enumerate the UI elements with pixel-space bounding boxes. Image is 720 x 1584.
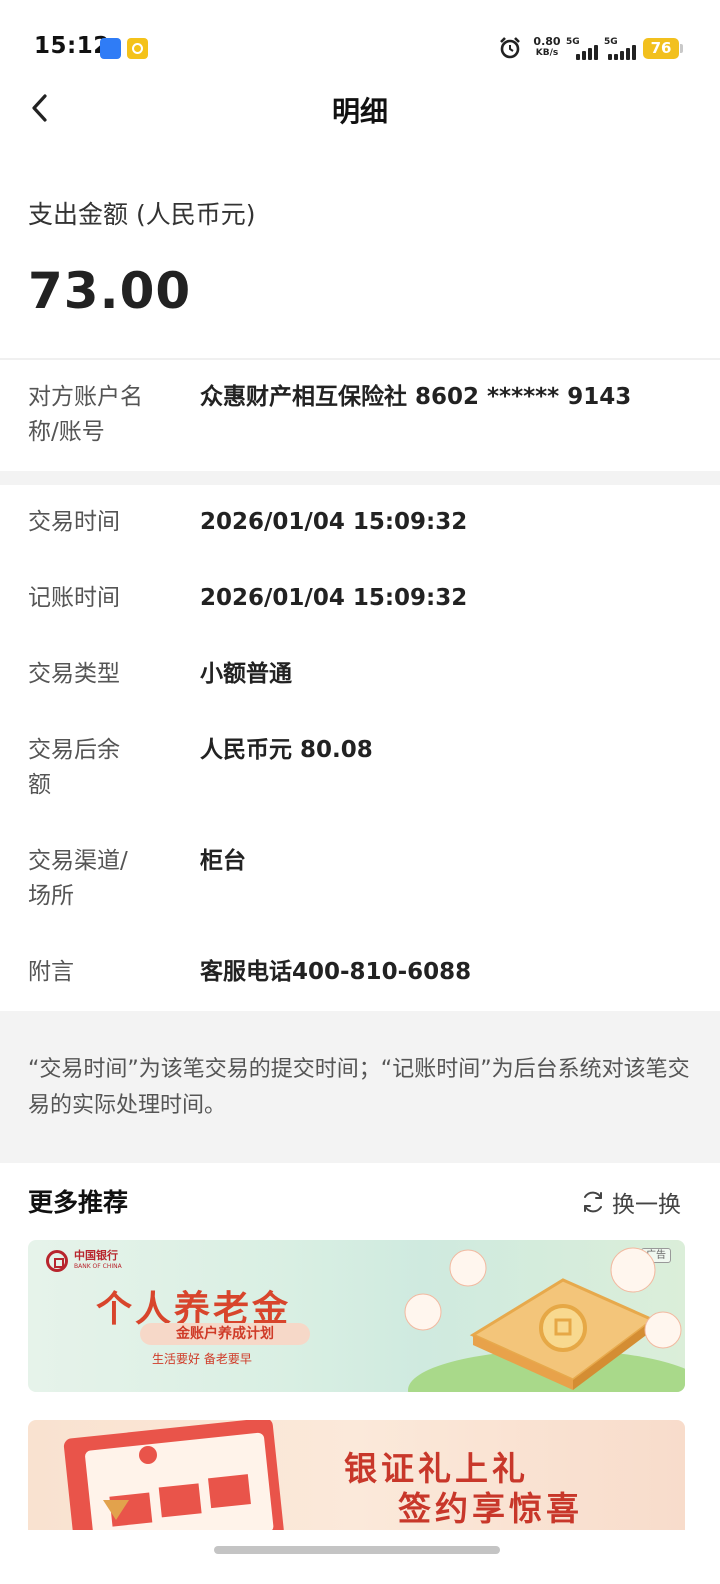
transaction-time-value: 2026/01/04 15:09:32 — [200, 509, 468, 535]
transaction-type-label: 交易类型 — [28, 661, 120, 687]
banner-line2: 签约享惊喜 — [398, 1489, 583, 1528]
amount-value: 73.00 — [28, 262, 192, 320]
signal-label: 5G — [604, 37, 618, 47]
signal-label: 5G — [566, 37, 580, 47]
banner-slogan: 生活要好 备老要早 — [152, 1352, 252, 1366]
counterparty-label: 对方账户名称/账号 — [28, 384, 143, 445]
bank-logo-text: 中国银行 — [74, 1249, 118, 1262]
balance-after-value: 人民币元 80.08 — [200, 737, 373, 763]
note-text: “交易时间”为该笔交易的提交时间；“记账时间”为后台系统对该笔交易的实际处理时间… — [28, 1057, 690, 1118]
more-recommendations-title: 更多推荐 — [28, 1188, 129, 1217]
signal-icon: 5G — [566, 37, 598, 60]
refresh-button[interactable]: 换一换 — [580, 1185, 681, 1219]
status-time: 15:12 — [34, 33, 110, 59]
battery-level: 76 — [650, 39, 672, 57]
pension-illustration-icon — [404, 1247, 685, 1392]
pension-banner[interactable]: 中国银行 BANK OF CHINA 个人养老金 金账户养成计划 生活要好 备老… — [28, 1240, 685, 1392]
note-box: “交易时间”为该笔交易的提交时间；“记账时间”为后台系统对该笔交易的实际处理时间… — [0, 1011, 720, 1163]
amount-label: 支出金额 (人民币元) — [28, 200, 256, 229]
net-speed: 0.80 KB/s — [531, 36, 563, 59]
signal-icon: 5G — [604, 37, 636, 60]
transaction-type-value: 小额普通 — [200, 661, 292, 687]
posting-time-value: 2026/01/04 15:09:32 — [200, 585, 468, 611]
net-speed-unit: KB/s — [535, 48, 559, 58]
refresh-icon — [584, 1191, 602, 1213]
refresh-label: 换一换 — [612, 1192, 681, 1218]
alarm-icon — [500, 37, 520, 59]
posting-time-label: 记账时间 — [28, 585, 120, 611]
bank-logo-icon — [46, 1250, 68, 1272]
transaction-time-label: 交易时间 — [28, 509, 120, 535]
balance-after-label: 交易后余额 — [28, 737, 120, 798]
header: 明细 — [0, 78, 720, 138]
channel-value: 柜台 — [200, 848, 246, 874]
remark-label: 附言 — [28, 959, 74, 985]
envelope-illustration-icon — [63, 1420, 284, 1530]
app-notification-icon — [127, 38, 148, 59]
remark-value: 客服电话400-810-6088 — [200, 959, 472, 985]
channel-label: 交易渠道/场所 — [28, 848, 128, 909]
net-speed-value: 0.80 — [533, 35, 561, 48]
bank-logo-subtext: BANK OF CHINA — [74, 1263, 122, 1270]
home-indicator[interactable] — [214, 1546, 500, 1554]
section-divider — [0, 471, 720, 485]
battery-icon: 76 — [643, 38, 683, 59]
page-title: 明细 — [331, 95, 388, 128]
banner-subtitle: 金账户养成计划 — [140, 1323, 310, 1345]
counterparty-value: 众惠财产相互保险社 8602 ****** 9143 — [200, 384, 632, 410]
securities-banner[interactable]: 银证礼上礼 签约享惊喜 — [28, 1420, 685, 1530]
divider — [0, 358, 720, 360]
app-notification-icon — [100, 38, 121, 59]
